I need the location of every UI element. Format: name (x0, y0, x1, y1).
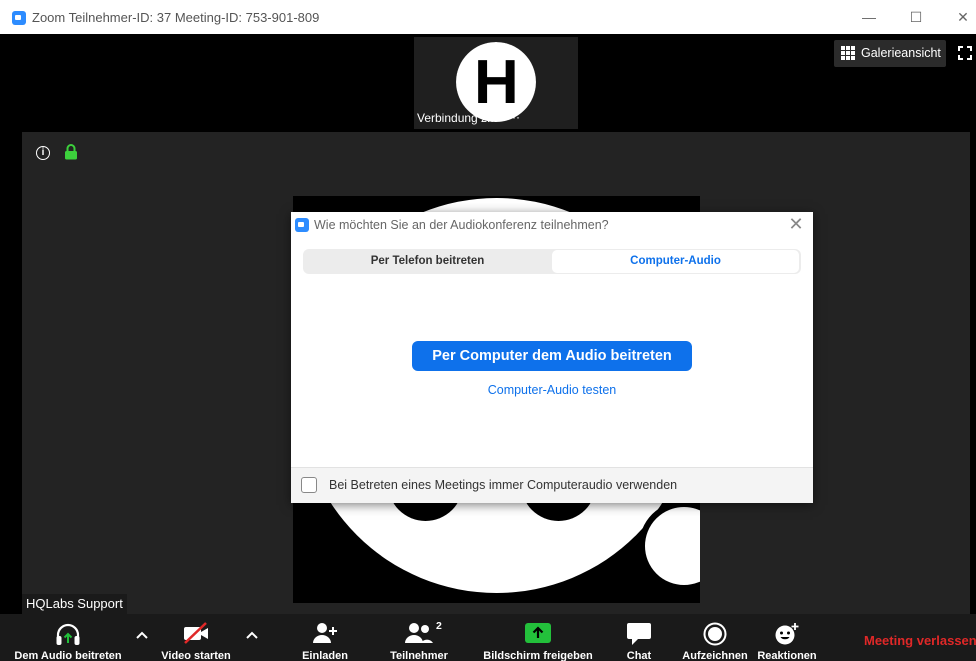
start-video-button[interactable]: Video starten (150, 614, 242, 661)
share-screen-label: Bildschirm freigeben (483, 650, 593, 661)
join-audio-label: Dem Audio beitreten (14, 650, 122, 661)
participants-icon (405, 623, 433, 643)
more-options-icon[interactable]: ··· (508, 110, 520, 124)
fullscreen-icon[interactable] (958, 46, 972, 60)
audio-tabs: Per Telefon beitreten Computer-Audio (303, 249, 801, 274)
record-icon (703, 622, 727, 646)
share-screen-icon (525, 623, 551, 643)
share-screen-button[interactable]: Bildschirm freigeben (478, 614, 598, 661)
video-off-icon (184, 622, 208, 644)
window-title: Zoom Teilnehmer-ID: 37 Meeting-ID: 753-9… (32, 10, 320, 25)
audio-options-chevron-up-icon[interactable] (136, 630, 148, 640)
test-computer-audio-link[interactable]: Computer-Audio testen (412, 383, 692, 397)
dialog-title: Wie möchten Sie an der Audiokonferenz te… (314, 218, 609, 232)
meeting-toolbar: Dem Audio beitreten Video starten Einlad… (0, 614, 976, 661)
zoom-logo-icon (12, 11, 26, 25)
invite-button[interactable]: Einladen (290, 614, 360, 661)
chat-label: Chat (626, 650, 652, 661)
participant-name: HQLabs Support (22, 594, 127, 614)
leave-meeting-button[interactable]: Meeting verlassen (864, 633, 976, 648)
record-button[interactable]: Aufzeichnen (680, 614, 750, 661)
always-computer-audio-checkbox[interactable] (301, 477, 317, 493)
gallery-view-button[interactable]: Galerieansicht (834, 40, 946, 67)
record-label: Aufzeichnen (682, 650, 748, 661)
start-video-label: Video starten (161, 650, 231, 661)
avatar-initial: H (474, 48, 519, 117)
chat-icon (627, 623, 651, 645)
maximize-button[interactable]: ☐ (901, 6, 931, 28)
close-window-button[interactable]: ✕ (948, 6, 976, 28)
grid-icon (841, 46, 855, 60)
join-computer-audio-button[interactable]: Per Computer dem Audio beitreten (412, 341, 692, 371)
chat-button[interactable]: Chat (614, 614, 664, 661)
headphones-icon (56, 623, 80, 645)
thumbnail-label: Verbindung z... (417, 111, 498, 125)
dialog-close-button[interactable]: ✕ (787, 214, 805, 234)
minimize-button[interactable]: — (854, 6, 884, 28)
reactions-button[interactable]: Reaktionen (754, 614, 820, 661)
info-icon[interactable]: i (36, 146, 50, 160)
title-bar: Zoom Teilnehmer-ID: 37 Meeting-ID: 753-9… (0, 0, 976, 34)
join-audio-button[interactable]: Dem Audio beitreten (0, 614, 136, 661)
gallery-view-label: Galerieansicht (861, 46, 941, 60)
audio-join-dialog: Wie möchten Sie an der Audiokonferenz te… (291, 212, 813, 503)
dialog-footer: Bei Betreten eines Meetings immer Comput… (291, 467, 813, 503)
participants-button[interactable]: Teilnehmer (380, 614, 458, 661)
tab-computer-audio[interactable]: Computer-Audio (552, 250, 799, 273)
add-user-icon (313, 623, 337, 643)
video-options-chevron-up-icon[interactable] (246, 630, 258, 640)
participants-count: 2 (436, 620, 442, 632)
participants-label: Teilnehmer (390, 650, 448, 661)
invite-label: Einladen (302, 650, 348, 661)
smiley-icon (775, 623, 799, 645)
always-computer-audio-label[interactable]: Bei Betreten eines Meetings immer Comput… (329, 478, 677, 492)
tab-phone[interactable]: Per Telefon beitreten (303, 249, 552, 274)
reactions-label: Reaktionen (757, 650, 817, 661)
lock-icon[interactable] (64, 144, 78, 160)
thumbnail-avatar: H (456, 42, 536, 122)
zoom-logo-icon (295, 218, 309, 232)
